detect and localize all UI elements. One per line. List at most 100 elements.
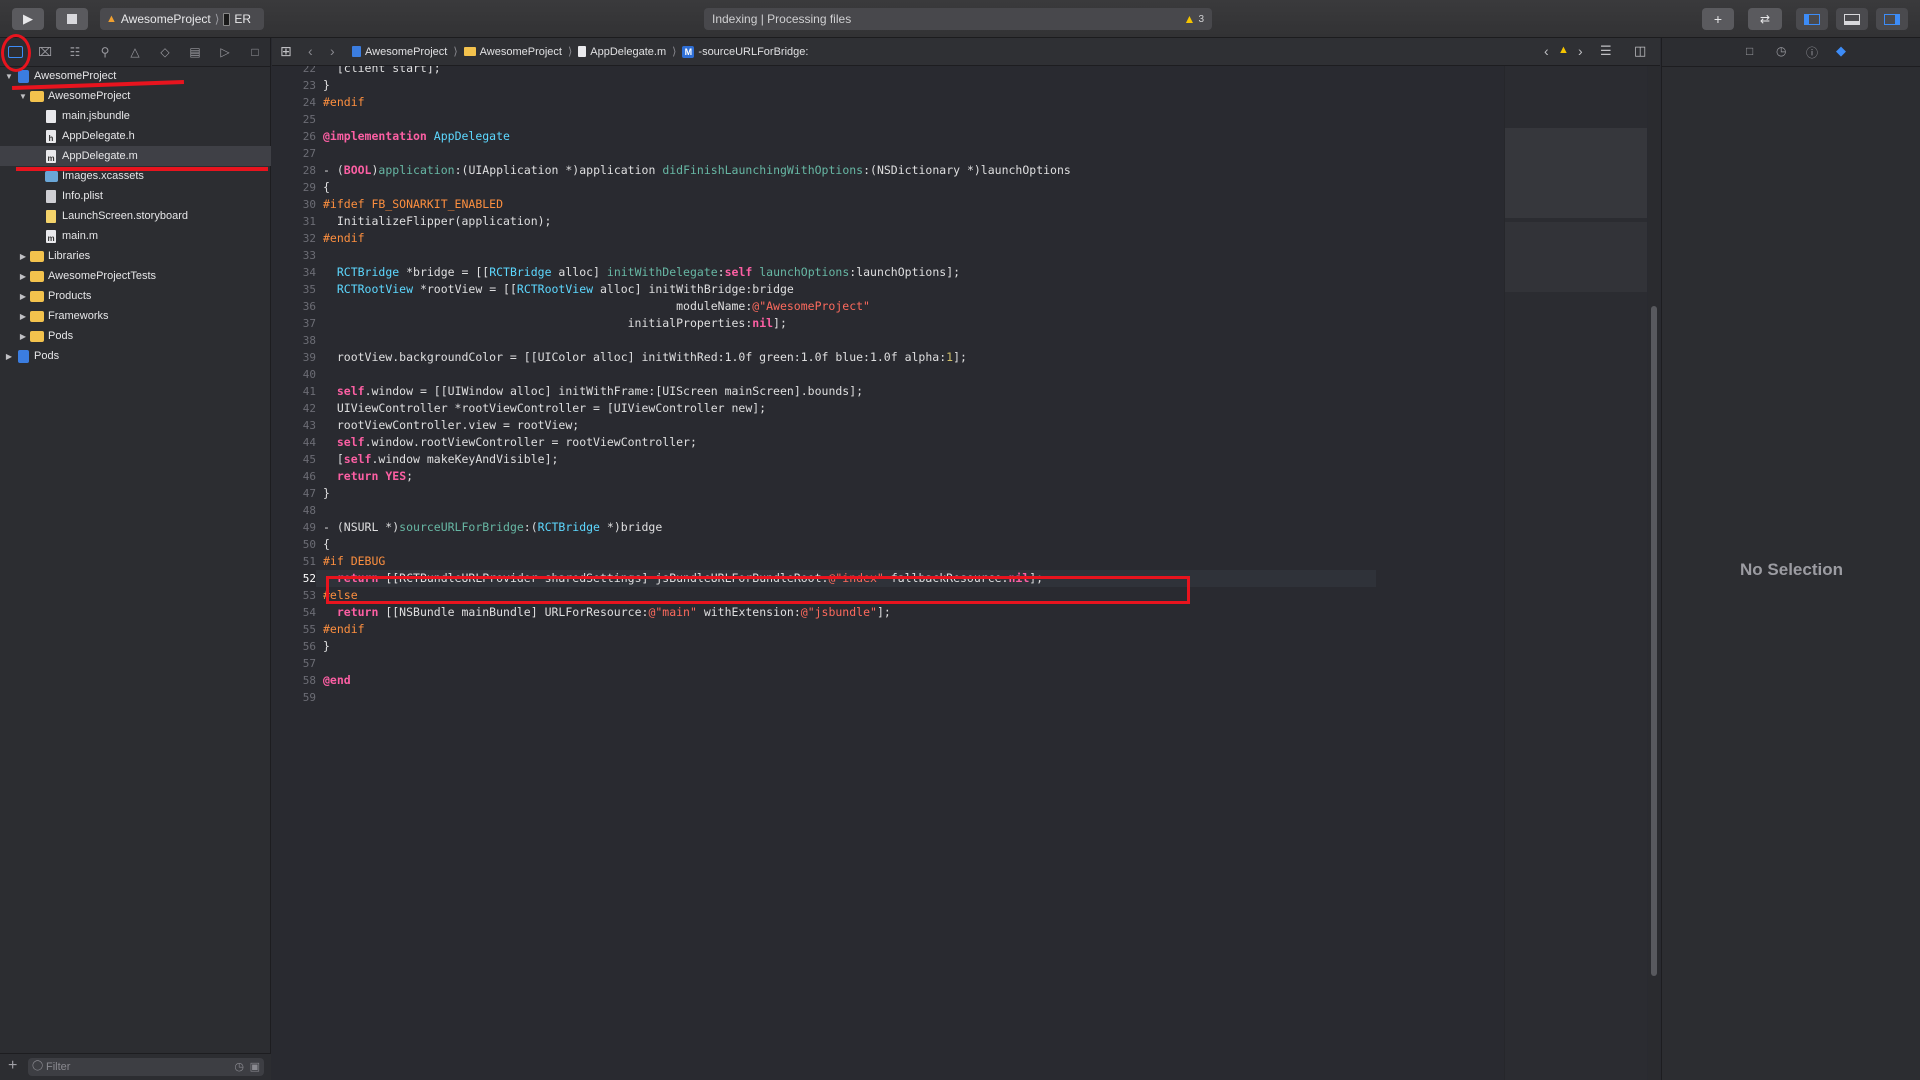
code-line[interactable]: } [323,638,330,655]
code-line[interactable]: [client start]; [323,66,441,77]
tab-issue-navigator[interactable]: △ [126,43,144,61]
history-inspector-icon[interactable]: ◷ [1776,44,1786,58]
code-line[interactable]: return YES; [323,468,413,485]
code-line[interactable]: } [323,77,330,94]
run-button[interactable]: ▶ [12,8,44,30]
code-line[interactable]: #else [323,587,358,604]
disclosure-triangle-icon[interactable]: ▶ [18,252,28,261]
file-tree-item[interactable]: m AppDelegate.m [0,146,271,166]
code-line[interactable]: #endif [323,230,365,247]
code-line[interactable]: #endif [323,94,365,111]
disclosure-triangle-icon[interactable]: ▶ [18,332,28,341]
code-line[interactable]: { [323,179,330,196]
scheme-selector[interactable]: ▲ AwesomeProject ⟩ ER [100,8,264,30]
stop-button[interactable] [56,8,88,30]
code-line[interactable]: RCTBridge *bridge = [[RCTBridge alloc] i… [323,264,960,281]
file-tree-item[interactable]: ▶ Frameworks [0,306,271,326]
file-tree-item[interactable]: Info.plist [0,186,271,206]
back-button[interactable]: ‹ [308,43,313,59]
add-editor-icon[interactable]: ◫ [1634,43,1646,59]
toggle-debug-area-button[interactable] [1836,8,1868,30]
code-line[interactable]: self.window = [[UIWindow alloc] initWith… [323,383,863,400]
code-line[interactable]: { [323,536,330,553]
code-line[interactable]: self.window.rootViewController = rootVie… [323,434,697,451]
line-number: 38 [302,334,316,347]
disclosure-triangle-icon[interactable]: ▼ [4,72,14,81]
scroll-thumb[interactable] [1651,306,1657,976]
code-line[interactable]: - (NSURL *)sourceURLForBridge:(RCTBridge… [323,519,662,536]
minimap-viewport[interactable] [1505,128,1647,218]
add-file-button[interactable]: + [8,1057,17,1075]
file-tree-label: LaunchScreen.storyboard [62,210,188,222]
code-line[interactable]: } [323,485,330,502]
code-line[interactable]: UIViewController *rootViewController = [… [323,400,766,417]
code-line[interactable]: @implementation AppDelegate [323,128,510,145]
tab-report-navigator[interactable]: □ [246,43,264,61]
code-line[interactable]: - (BOOL)application:(UIApplication *)app… [323,162,1071,179]
help-inspector-icon[interactable]: ⓘ [1806,44,1818,61]
related-items-icon[interactable]: ⊞ [280,43,292,60]
breadcrumb-item[interactable]: AppDelegate.m [590,46,666,58]
file-tree-label: AppDelegate.m [62,150,138,162]
code-line[interactable]: return [[NSBundle mainBundle] URLForReso… [323,604,891,621]
source-control-filter-icon[interactable]: ▣ [250,1060,260,1073]
issue-warning-icon[interactable]: ▲ [1558,44,1569,56]
tab-find-navigator[interactable]: ⚲ [96,43,114,61]
disclosure-triangle-icon[interactable]: ▶ [18,312,28,321]
file-tree-item[interactable]: h AppDelegate.h [0,126,271,146]
code-line[interactable]: rootViewController.view = rootView; [323,417,579,434]
code-line[interactable]: #endif [323,621,365,638]
tab-breakpoint-navigator[interactable]: ▷ [216,43,234,61]
recent-files-icon[interactable]: ◷ [234,1060,244,1073]
code-line[interactable]: return [[RCTBundleURLProvider sharedSett… [323,570,1043,587]
attributes-inspector-icon[interactable]: ◆ [1836,43,1846,59]
disclosure-triangle-icon[interactable]: ▼ [18,92,28,101]
vertical-scrollbar[interactable] [1648,66,1660,1080]
file-tree-item[interactable]: LaunchScreen.storyboard [0,206,271,226]
code-line[interactable]: [self.window makeKeyAndVisible]; [323,451,559,468]
minimap-viewport[interactable] [1505,222,1647,292]
tab-test-navigator[interactable]: ◇ [156,43,174,61]
breadcrumb-item[interactable]: AwesomeProject [480,46,562,58]
code-line[interactable]: moduleName:@"AwesomeProject" [323,298,870,315]
tab-project-navigator[interactable] [6,43,24,61]
file-tree-item[interactable]: ▶ AwesomeProjectTests [0,266,271,286]
source-editor[interactable]: 22 23 24 25 26 27 28 29 30 31 32 33 34 35 36 37 38 39 40 41… [272,66,1660,1080]
library-button[interactable]: + [1702,8,1734,30]
code-line[interactable]: RCTRootView *rootView = [[RCTRootView al… [323,281,794,298]
editor-options-icon[interactable]: ☰ [1600,43,1612,59]
code-review-button[interactable]: ⇄ [1748,8,1782,30]
tab-symbol-navigator[interactable]: ☷ [66,43,84,61]
code-line[interactable]: rootView.backgroundColor = [[UIColor all… [323,349,967,366]
code-line[interactable]: initialProperties:nil]; [323,315,787,332]
disclosure-triangle-icon[interactable]: ▶ [4,352,14,361]
minimap[interactable] [1504,66,1647,1080]
forward-button[interactable]: › [330,43,335,59]
file-tree-item[interactable]: ▶ Libraries [0,246,271,266]
line-number: 56 [302,640,316,653]
toggle-inspector-button[interactable] [1876,8,1908,30]
file-tree-item[interactable]: main.jsbundle [0,106,271,126]
previous-issue-button[interactable]: ‹ [1544,43,1549,59]
code-line[interactable]: #if DEBUG [323,553,385,570]
speech-bubble-icon: □ [251,45,259,59]
next-issue-button[interactable]: › [1578,43,1583,59]
gauge-icon: ▤ [189,45,201,59]
disclosure-triangle-icon[interactable]: ▶ [18,272,28,281]
file-tree-item[interactable]: ▶ Pods [0,326,271,346]
file-tree-item[interactable]: ▶ Pods [0,346,271,366]
disclosure-triangle-icon[interactable]: ▶ [18,292,28,301]
file-tree-item[interactable]: ▶ Products [0,286,271,306]
code-line[interactable]: @end [323,672,351,689]
code-line[interactable]: #ifdef FB_SONARKIT_ENABLED [323,196,503,213]
toggle-navigator-button[interactable] [1796,8,1828,30]
breadcrumb-item[interactable]: AwesomeProject [365,46,447,58]
breadcrumb-item[interactable]: -sourceURLForBridge: [698,46,808,58]
file-inspector-icon[interactable]: □ [1746,44,1753,58]
filter-field[interactable]: ◯ Filter ◷ ▣ [28,1058,264,1076]
file-tree-item[interactable]: m main.m [0,226,271,246]
code-line[interactable]: InitializeFlipper(application); [323,213,552,230]
warning-indicator[interactable]: ▲ 3 [1184,12,1204,26]
tab-debug-navigator[interactable]: ▤ [186,43,204,61]
tab-source-control[interactable]: ⌧ [36,43,54,61]
